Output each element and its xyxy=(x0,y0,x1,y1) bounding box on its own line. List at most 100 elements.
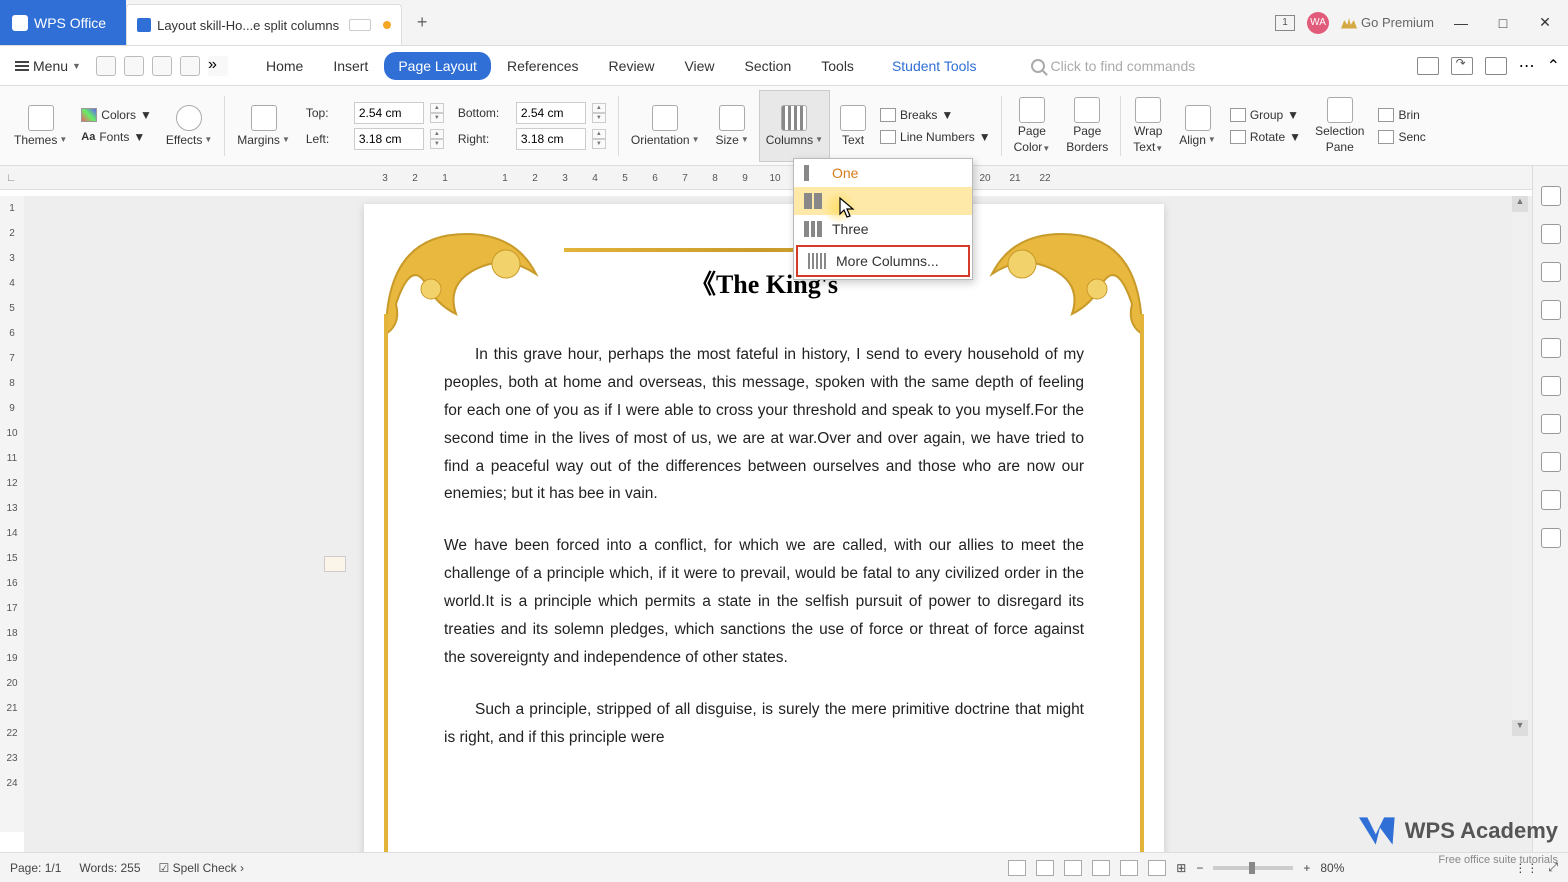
orientation-button[interactable]: Orientation▼ xyxy=(625,90,706,162)
zoom-value[interactable]: 80% xyxy=(1320,861,1344,875)
colors-button[interactable]: Colors▼ xyxy=(77,106,156,124)
view-eye-icon[interactable] xyxy=(1148,860,1166,876)
minimize-button[interactable]: — xyxy=(1446,8,1476,38)
document-page[interactable]: 《The King's In this grave hour, perhaps … xyxy=(364,204,1164,852)
columns-button[interactable]: Columns▼ xyxy=(759,90,830,162)
scroll-down-button[interactable]: ▼ xyxy=(1512,720,1528,736)
view-read-icon[interactable] xyxy=(1036,860,1054,876)
zoom-out-button[interactable]: − xyxy=(1196,861,1203,875)
tab-student-tools[interactable]: Student Tools xyxy=(878,52,991,80)
more-qa-icon[interactable]: » xyxy=(208,56,228,76)
preview-icon[interactable] xyxy=(180,56,200,76)
columns-two-item[interactable]: Two xyxy=(794,187,972,215)
tab-tools[interactable]: Tools xyxy=(807,52,868,80)
sidepanel-select-icon[interactable] xyxy=(1541,262,1561,282)
tab-insert[interactable]: Insert xyxy=(319,52,382,80)
scroll-up-button[interactable]: ▲ xyxy=(1512,196,1528,212)
columns-icon xyxy=(781,105,807,131)
more-menu-icon[interactable]: ⋯ xyxy=(1519,56,1535,76)
margin-left-spinner[interactable]: ▲▼ xyxy=(430,129,444,149)
rotate-icon xyxy=(1230,130,1246,144)
sidepanel-lock-icon[interactable] xyxy=(1541,300,1561,320)
columns-one-item[interactable]: One xyxy=(794,159,972,187)
anchor-icon[interactable] xyxy=(324,556,346,572)
status-page[interactable]: Page: 1/1 xyxy=(10,861,61,875)
margin-left-input[interactable] xyxy=(354,128,424,150)
maximize-button[interactable]: □ xyxy=(1488,8,1518,38)
page-color-button[interactable]: PageColor▼ xyxy=(1008,90,1057,162)
sidepanel-help-icon[interactable] xyxy=(1541,528,1561,548)
tab-section[interactable]: Section xyxy=(731,52,806,80)
status-spellcheck[interactable]: ☑ Spell Check › xyxy=(159,861,244,875)
breaks-icon xyxy=(880,108,896,122)
align-button[interactable]: Align▼ xyxy=(1173,90,1222,162)
vertical-ruler[interactable]: 123456789101112131415161718192021222324 xyxy=(0,196,24,832)
margin-bottom-input[interactable] xyxy=(516,102,586,124)
view-print-icon[interactable] xyxy=(1008,860,1026,876)
margins-icon xyxy=(251,105,277,131)
tab-references[interactable]: References xyxy=(493,52,593,80)
layout-switch-icon[interactable] xyxy=(1485,57,1507,75)
tab-page-layout[interactable]: Page Layout xyxy=(384,52,491,80)
tab-home[interactable]: Home xyxy=(252,52,317,80)
effects-button[interactable]: Effects▼ xyxy=(160,90,218,162)
three-column-icon xyxy=(804,221,822,237)
sidepanel-settings-icon[interactable] xyxy=(1541,414,1561,434)
line-numbers-button[interactable]: Line Numbers▼ xyxy=(876,128,995,146)
zoom-slider[interactable] xyxy=(1213,866,1293,870)
sidepanel-layout-icon[interactable] xyxy=(1541,490,1561,510)
margin-bottom-spinner[interactable]: ▲▼ xyxy=(592,103,606,123)
status-words[interactable]: Words: 255 xyxy=(79,861,140,875)
wrap-text-button[interactable]: WrapText▼ xyxy=(1127,90,1169,162)
sidepanel-code-icon[interactable] xyxy=(1541,376,1561,396)
margin-top-input[interactable] xyxy=(354,102,424,124)
share-icon[interactable] xyxy=(1451,57,1473,75)
bring-forward-button[interactable]: Brin xyxy=(1374,106,1429,124)
view-outline-icon[interactable] xyxy=(1064,860,1082,876)
go-premium-button[interactable]: Go Premium xyxy=(1341,15,1434,30)
sign-icon[interactable] xyxy=(1417,57,1439,75)
app-tab[interactable]: WPS Office xyxy=(0,0,126,45)
send-backward-button[interactable]: Senc xyxy=(1374,128,1429,146)
selection-pane-button[interactable]: SelectionPane xyxy=(1309,90,1370,162)
view-fullscreen-icon[interactable] xyxy=(1120,860,1138,876)
zoom-in-button[interactable]: + xyxy=(1303,861,1310,875)
crown-icon xyxy=(1341,17,1357,29)
command-search[interactable]: Click to find commands xyxy=(1031,58,1196,74)
menu-button[interactable]: Menu ▼ xyxy=(8,53,88,79)
text-direction-button[interactable]: Text xyxy=(834,90,872,162)
collapse-ribbon-icon[interactable]: ⌃ xyxy=(1547,56,1560,76)
sidepanel-shape-icon[interactable] xyxy=(1541,338,1561,358)
document-tab[interactable]: Layout skill-Ho...e split columns xyxy=(126,4,402,45)
vertical-scrollbar[interactable]: ▲ ▼ xyxy=(1512,196,1528,736)
group-button[interactable]: Group▼ xyxy=(1226,106,1305,124)
margin-right-spinner[interactable]: ▲▼ xyxy=(592,129,606,149)
size-button[interactable]: Size▼ xyxy=(709,90,754,162)
margin-top-spinner[interactable]: ▲▼ xyxy=(430,103,444,123)
view-web-icon[interactable] xyxy=(1092,860,1110,876)
print-icon[interactable] xyxy=(152,56,172,76)
fonts-button[interactable]: AaFonts▼ xyxy=(77,128,156,146)
new-tab-button[interactable]: + xyxy=(402,0,442,45)
columns-more-item[interactable]: More Columns... xyxy=(796,245,970,277)
premium-label: Go Premium xyxy=(1361,15,1434,30)
margin-right-input[interactable] xyxy=(516,128,586,150)
columns-three-item[interactable]: Three xyxy=(794,215,972,243)
search-placeholder: Click to find commands xyxy=(1051,58,1196,74)
avatar[interactable]: WA xyxy=(1307,12,1329,34)
themes-button[interactable]: Themes▼ xyxy=(8,90,73,162)
close-button[interactable]: ✕ xyxy=(1530,8,1560,38)
sidepanel-expand-icon[interactable] xyxy=(1541,186,1561,206)
rotate-button[interactable]: Rotate▼ xyxy=(1226,128,1305,146)
sidepanel-history-icon[interactable] xyxy=(1541,452,1561,472)
open-icon[interactable] xyxy=(96,56,116,76)
tab-review[interactable]: Review xyxy=(595,52,669,80)
page-borders-button[interactable]: PageBorders xyxy=(1060,90,1114,162)
zoom-fit-icon[interactable]: ⊞ xyxy=(1176,861,1186,875)
readmode-indicator-icon[interactable]: 1 xyxy=(1275,15,1295,31)
sidepanel-edit-icon[interactable] xyxy=(1541,224,1561,244)
breaks-button[interactable]: Breaks▼ xyxy=(876,106,995,124)
margins-button[interactable]: Margins▼ xyxy=(231,90,296,162)
save-icon[interactable] xyxy=(124,56,144,76)
tab-view[interactable]: View xyxy=(670,52,728,80)
